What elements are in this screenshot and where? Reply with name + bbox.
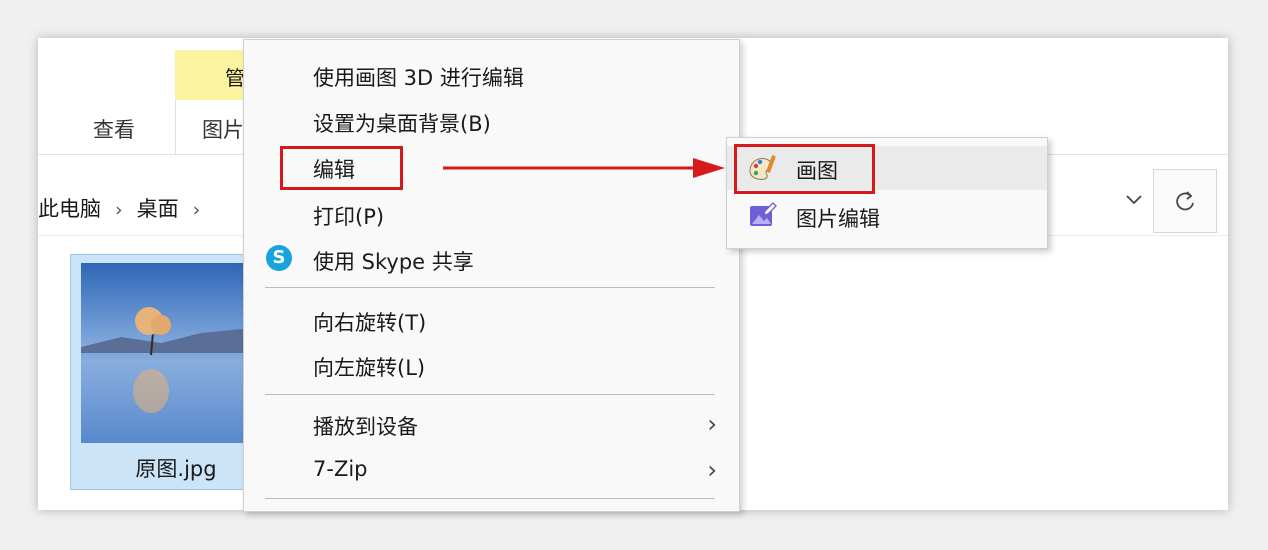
address-controls bbox=[1113, 169, 1217, 233]
menu-item-set-as-background[interactable]: 设置为桌面背景(B) bbox=[244, 99, 739, 143]
menu-item-label: 使用 Skype 共享 bbox=[313, 250, 474, 274]
menu-item-label: 向左旋转(L) bbox=[313, 356, 426, 380]
menu-item-rotate-right[interactable]: 向右旋转(T) bbox=[244, 298, 739, 342]
menu-item-print[interactable]: 打印(P) bbox=[244, 192, 739, 236]
breadcrumb-separator[interactable]: › bbox=[115, 199, 123, 221]
photo-edit-icon bbox=[750, 202, 777, 226]
menu-item-label: 设置为桌面背景(B) bbox=[313, 112, 491, 136]
chevron-down-icon bbox=[1126, 195, 1142, 205]
submenu-item-photo-edit[interactable]: 图片编辑 bbox=[727, 194, 1047, 238]
manage-tab-label: 管 bbox=[225, 66, 245, 90]
menu-item-7zip[interactable]: 7-Zip › bbox=[244, 448, 739, 492]
menu-item-label: 向右旋转(T) bbox=[313, 311, 427, 335]
menu-separator bbox=[265, 498, 715, 499]
menu-item-label: 打印(P) bbox=[313, 205, 385, 229]
menu-item-share-skype[interactable]: S 使用 Skype 共享 bbox=[244, 237, 739, 281]
menu-item-label: 7-Zip bbox=[313, 457, 368, 481]
skype-icon: S bbox=[266, 245, 292, 271]
highlight-box-paint bbox=[734, 144, 875, 194]
refresh-icon bbox=[1176, 191, 1194, 211]
file-item-selected[interactable]: 原图.jpg bbox=[70, 254, 281, 490]
refresh-button[interactable] bbox=[1153, 169, 1217, 233]
chevron-right-icon: › bbox=[707, 410, 717, 438]
menu-item-edit-with-paint3d[interactable]: 使用画图 3D 进行编辑 bbox=[244, 53, 739, 97]
manage-context-tab-header[interactable]: 管 bbox=[175, 50, 245, 100]
menu-item-label: 播放到设备 bbox=[313, 415, 418, 439]
breadcrumb-separator[interactable]: › bbox=[193, 199, 201, 221]
highlight-box-edit bbox=[280, 146, 403, 190]
address-history-dropdown[interactable] bbox=[1113, 169, 1155, 231]
menu-item-label: 使用画图 3D 进行编辑 bbox=[313, 66, 524, 90]
tab-picture[interactable]: 图片 bbox=[202, 114, 244, 144]
menu-item-rotate-left[interactable]: 向左旋转(L) bbox=[244, 343, 739, 387]
tab-view[interactable]: 查看 bbox=[93, 114, 135, 144]
menu-separator bbox=[265, 394, 715, 395]
menu-separator bbox=[265, 287, 715, 288]
annotation-arrow bbox=[443, 158, 725, 178]
edit-submenu: 画图 图片编辑 bbox=[726, 137, 1048, 249]
menu-item-cast-to-device[interactable]: 播放到设备 › bbox=[244, 402, 739, 446]
breadcrumb-this-pc[interactable]: 此电脑 bbox=[38, 197, 101, 221]
context-menu: 使用画图 3D 进行编辑 设置为桌面背景(B) 编辑 打印(P) S 使用 Sk… bbox=[243, 39, 740, 512]
chevron-right-icon: › bbox=[707, 456, 717, 484]
submenu-item-label: 图片编辑 bbox=[796, 207, 880, 231]
breadcrumb-desktop[interactable]: 桌面 bbox=[137, 197, 179, 221]
breadcrumb: 此电脑 › 桌面 › bbox=[38, 193, 214, 223]
